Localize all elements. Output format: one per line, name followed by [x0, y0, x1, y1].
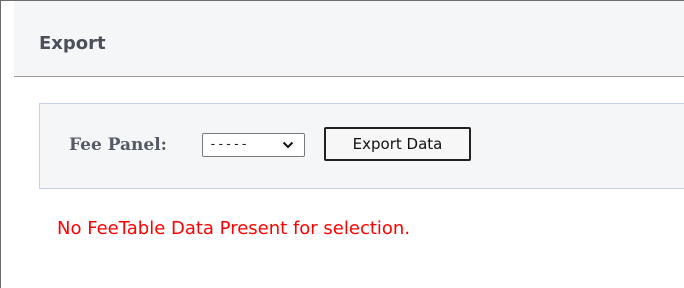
export-data-button[interactable]: Export Data [324, 127, 471, 161]
chevron-down-icon [282, 141, 294, 149]
fee-panel-label: Fee Panel: [69, 135, 167, 155]
no-data-message: No FeeTable Data Present for selection. [57, 218, 411, 239]
export-page: Export Fee Panel: ----- Export Data No F… [0, 0, 684, 288]
page-title: Export [39, 33, 106, 54]
filter-panel: Fee Panel: ----- Export Data [39, 103, 684, 189]
fee-panel-select[interactable]: ----- [202, 133, 305, 157]
fee-panel-selected-value: ----- [209, 137, 249, 152]
section-header: Export [14, 1, 684, 77]
